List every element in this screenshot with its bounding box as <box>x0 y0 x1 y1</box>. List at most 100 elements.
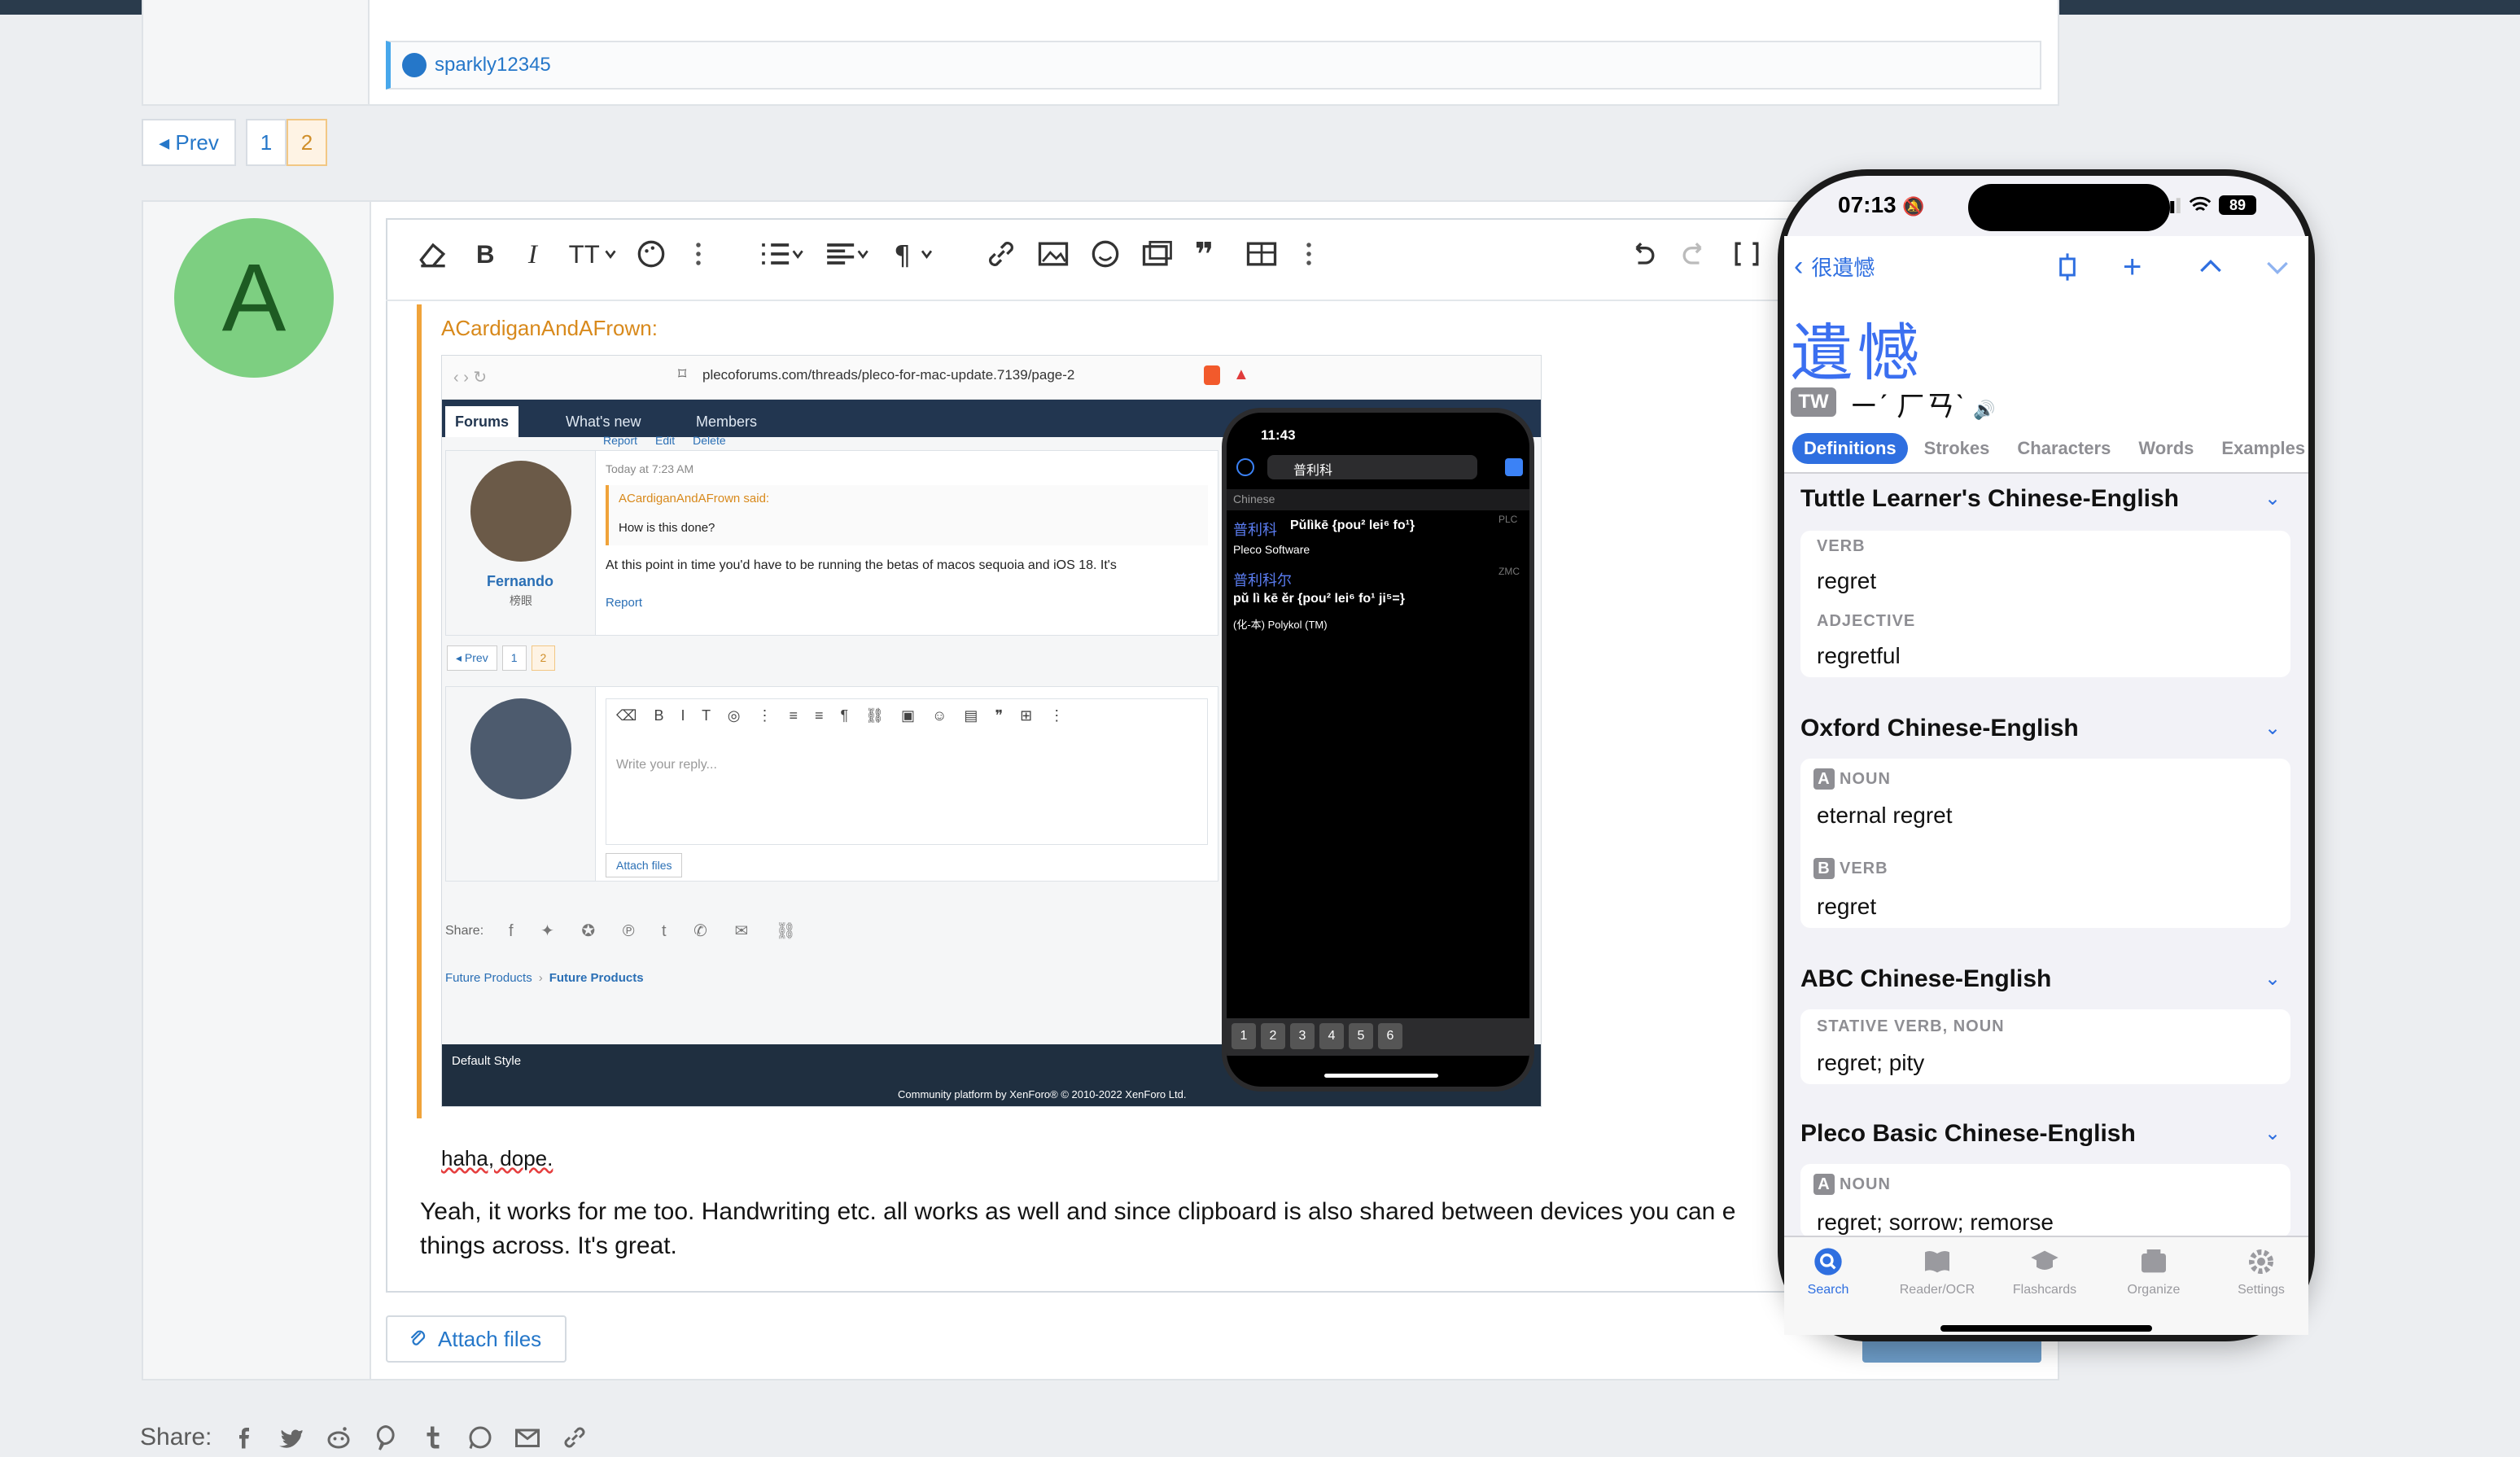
embedded-quote: ACardiganAndAFrown said: How is this don… <box>606 485 1208 545</box>
tw-badge[interactable]: TW <box>1791 387 1836 417</box>
tab-strokes[interactable]: Strokes <box>1913 433 2002 464</box>
embedded-delete: Delete <box>693 434 726 447</box>
embedded-r1-hanzi: 普利科 <box>1233 522 1277 538</box>
embedded-r2-tag: ZMC <box>1498 566 1520 577</box>
definition[interactable]: regret; pity <box>1817 1050 1924 1076</box>
chevron-down-icon[interactable]: ⌄ <box>2264 967 2281 991</box>
text-size-icon[interactable]: TT <box>567 236 619 272</box>
twitter-icon[interactable] <box>277 1423 306 1452</box>
dict-title[interactable]: Pleco Basic Chinese-English <box>1800 1120 2136 1148</box>
tabbar-reader[interactable]: Reader/OCR <box>1888 1245 1986 1297</box>
italic-icon[interactable]: I <box>518 236 553 272</box>
embedded-quote-author: ACardiganAndAFrown said: <box>619 492 770 505</box>
book-icon <box>1925 1251 1949 1273</box>
tab-definitions[interactable]: Definitions <box>1792 433 1908 464</box>
keypad-key: 1 <box>1232 1023 1256 1049</box>
tabbar-flashcards[interactable]: Flashcards <box>1996 1245 2093 1297</box>
definition[interactable]: regret; sorrow; remorse <box>1817 1210 2054 1236</box>
embedded-phone-time: 11:43 <box>1261 427 1296 443</box>
add-icon[interactable]: + <box>2123 249 2142 286</box>
headword[interactable]: 遺憾 <box>1791 303 1924 392</box>
speaker-icon[interactable]: 🔊 <box>1973 400 1995 420</box>
browser-url-bar: ‹ › ↻ ⌑ plecoforums.com/threads/pleco-fo… <box>442 356 1541 400</box>
reply-body-text[interactable]: Yeah, it works for me too. Handwriting e… <box>420 1195 1787 1263</box>
bold-icon[interactable]: B <box>467 236 503 272</box>
undo-icon[interactable] <box>1625 236 1660 272</box>
embedded-tab-whats-new: What's new <box>566 413 641 430</box>
home-indicator <box>1324 1074 1438 1078</box>
link-icon[interactable] <box>560 1423 589 1452</box>
svg-text:TT: TT <box>569 240 600 269</box>
definition[interactable]: regretful <box>1817 643 1901 669</box>
page-2-button[interactable]: 2 <box>287 119 327 166</box>
link-icon[interactable] <box>983 236 1019 272</box>
whatsapp-icon[interactable] <box>466 1423 495 1452</box>
dict-title[interactable]: Oxford Chinese-English <box>1800 715 2079 742</box>
palette-icon[interactable] <box>633 236 669 272</box>
embedded-reply-box: ⌫ B I T ◎ ⋮ ≡ ≡ ¶ ⛓ ▣ ☺ ▤ ❞ ⊞ ⋮ Write yo… <box>445 686 1218 882</box>
tumblr-icon[interactable] <box>418 1423 448 1452</box>
tab-words[interactable]: Words <box>2127 433 2205 464</box>
clipboard-search-icon <box>1505 458 1523 476</box>
paragraph-icon[interactable]: ¶ <box>889 236 938 272</box>
pinterest-icon[interactable] <box>371 1423 400 1452</box>
redo-icon[interactable] <box>1677 236 1713 272</box>
dict-title[interactable]: ABC Chinese-English <box>1800 965 2051 993</box>
tabbar-search[interactable]: Search <box>1779 1245 1877 1297</box>
tab-characters[interactable]: Characters <box>2006 433 2122 464</box>
entry-tabs: Definitions Strokes Characters Words Exa… <box>1784 428 2308 469</box>
more-vertical-icon[interactable] <box>680 236 716 272</box>
reply-line-text[interactable]: haha, dope. <box>441 1146 553 1171</box>
facebook-icon[interactable] <box>230 1423 259 1452</box>
tab-examples[interactable]: Examples <box>2210 433 2317 464</box>
chevron-down-icon[interactable]: ⌄ <box>2264 716 2281 740</box>
embedded-phone-search: 普利科 <box>1267 455 1477 479</box>
reddit-icon[interactable] <box>324 1423 353 1452</box>
attach-files-button[interactable]: Attach files <box>386 1315 567 1363</box>
image-icon[interactable] <box>1035 236 1071 272</box>
more-vertical-icon[interactable] <box>1291 236 1327 272</box>
tabbar-organize[interactable]: Organize <box>2105 1245 2203 1297</box>
chevron-down-icon[interactable]: ⌄ <box>2264 487 2281 510</box>
silent-bell-icon: 🔕 <box>1902 196 1925 217</box>
chevron-up-icon[interactable] <box>2194 251 2227 283</box>
quote-author[interactable]: ACardiganAndAFrown: <box>441 316 658 341</box>
quote-icon[interactable]: ❞ <box>1192 236 1227 272</box>
part-of-speech: A NOUN <box>1813 1174 1891 1195</box>
embedded-r2-sub: (化-本) Polykol (TM) <box>1233 619 1328 631</box>
align-icon[interactable] <box>822 236 871 272</box>
emoji-icon[interactable] <box>1087 236 1123 272</box>
svg-text:❞: ❞ <box>1195 236 1214 272</box>
svg-text:I: I <box>527 240 539 269</box>
part-of-speech: STATIVE VERB, NOUN <box>1817 1017 2005 1035</box>
embedded-phone-section-label: Chinese <box>1233 492 1275 505</box>
definition[interactable]: eternal regret <box>1817 803 1953 829</box>
definition[interactable]: regret <box>1817 568 1876 594</box>
definition[interactable]: regret <box>1817 894 1876 920</box>
media-icon[interactable] <box>1140 236 1175 272</box>
share-bar: Share: <box>140 1423 589 1452</box>
sync-icon[interactable] <box>2051 251 2084 283</box>
eraser-icon[interactable] <box>415 236 451 272</box>
tabbar-settings[interactable]: Settings <box>2212 1245 2310 1297</box>
prev-page-button[interactable]: ◂ Prev <box>142 119 236 166</box>
part-of-speech: B VERB <box>1813 858 1888 879</box>
page-1-button[interactable]: 1 <box>246 119 287 166</box>
wifi-icon <box>2189 196 2212 212</box>
part-of-speech: VERB <box>1817 537 1866 555</box>
dict-title[interactable]: Tuttle Learner's Chinese-English <box>1800 485 2179 513</box>
list-icon[interactable] <box>757 236 806 272</box>
reaction-user[interactable]: sparkly12345 <box>435 54 551 77</box>
bbcode-toggle-icon[interactable] <box>1729 236 1765 272</box>
chevron-down-icon[interactable] <box>2261 251 2294 283</box>
brave-rewards-icon: ▲ <box>1233 365 1249 383</box>
pagination: ◂ Prev 1 2 <box>142 119 327 166</box>
embedded-share-label: Share: <box>445 924 484 938</box>
embedded-phone-keypad: 1 2 3 4 5 6 <box>1227 1018 1529 1056</box>
chevron-down-icon[interactable]: ⌄ <box>2264 1122 2281 1145</box>
embedded-editor: ⌫ B I T ◎ ⋮ ≡ ≡ ¶ ⛓ ▣ ☺ ▤ ❞ ⊞ ⋮ Write yo… <box>606 698 1208 845</box>
email-icon[interactable] <box>513 1423 542 1452</box>
back-button[interactable]: ‹ 很遺憾 <box>1794 251 1875 282</box>
table-icon[interactable] <box>1244 236 1280 272</box>
embedded-quote-text: How is this done? <box>619 521 715 535</box>
